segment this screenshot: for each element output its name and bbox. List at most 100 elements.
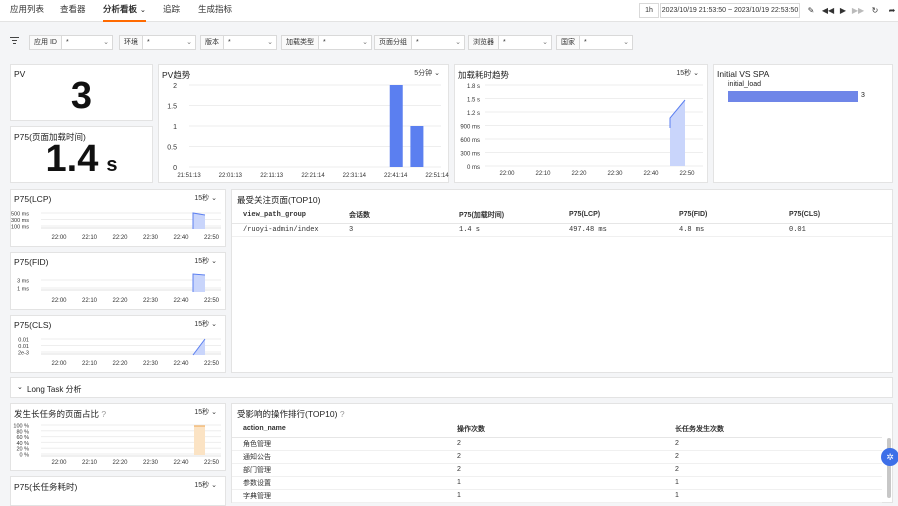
filter-env[interactable]: 环境 * ⌄: [119, 35, 196, 50]
x-tick-label: 22:10: [535, 171, 551, 177]
pin-icon[interactable]: ✎: [804, 3, 818, 18]
help-icon[interactable]: ?: [340, 409, 345, 419]
x-tick-label: 22:10: [82, 298, 98, 304]
filter-select[interactable]: * ⌄: [579, 35, 633, 50]
tab-analysis-dashboard[interactable]: 分析看板 ⌄: [103, 0, 146, 22]
filter-browser[interactable]: 浏览器 * ⌄: [468, 35, 552, 50]
chevron-down-icon: ⌄: [267, 39, 273, 46]
pv-bar: [389, 85, 403, 167]
p75-load-unit: s: [106, 154, 118, 176]
col-header[interactable]: view_path_group: [232, 207, 338, 224]
time-quick-select[interactable]: 1h: [639, 3, 659, 18]
filter-load-type[interactable]: 加载类型 * ⌄: [281, 35, 372, 50]
col-header[interactable]: P75(CLS): [778, 207, 892, 224]
x-tick-label: 22:11:13: [260, 173, 284, 179]
y-tick-label: 1 ms: [17, 287, 29, 293]
table-cell: 2: [446, 463, 664, 477]
table-row[interactable]: 参数设置 1 1: [232, 476, 882, 490]
table-cell: 0.01: [778, 223, 892, 237]
table-cell: 1: [664, 476, 882, 490]
filter-page-group[interactable]: 页面分组 * ⌄: [374, 35, 465, 50]
x-tick-label: 21:51:13: [177, 173, 201, 179]
forward-icon[interactable]: ▶▶: [851, 3, 865, 18]
filter-select[interactable]: * ⌄: [411, 35, 465, 50]
chevron-down-icon: ⌄: [17, 384, 23, 391]
y-tick-label: 1: [173, 124, 177, 131]
interval-label: 15秒: [194, 482, 210, 489]
y-tick-label: 1.2 s: [467, 111, 480, 117]
table-row[interactable]: 部门管理 2 2: [232, 463, 882, 477]
table-cell: 1: [446, 476, 664, 490]
filter-select[interactable]: * ⌄: [498, 35, 552, 50]
tab-app-list[interactable]: 应用列表: [10, 0, 44, 22]
pv-value: 3: [70, 75, 93, 117]
load-area: [670, 100, 685, 166]
pv-bar: [410, 126, 424, 167]
filter-value: *: [503, 39, 506, 46]
interval-select[interactable]: 15秒 ⌄: [194, 480, 217, 490]
table-header-row: view_path_group 会话数 P75(加载时间) P75(LCP) P…: [232, 207, 892, 224]
chevron-down-icon: ⌄: [103, 39, 109, 46]
table-row[interactable]: 角色管理 2 2: [232, 437, 882, 451]
p75-load-panel: P75(页面加载时间) 1.4 s: [10, 126, 153, 183]
filter-value: *: [147, 39, 150, 46]
initial-load-bar: [728, 91, 858, 102]
play-icon[interactable]: ▶: [836, 3, 850, 18]
scrollbar[interactable]: [887, 438, 891, 498]
x-tick-label: 22:10: [82, 235, 98, 241]
refresh-icon[interactable]: ↻: [868, 3, 882, 18]
filter-label: 浏览器: [468, 35, 498, 50]
col-header[interactable]: 操作次数: [446, 421, 664, 438]
rewind-icon[interactable]: ◀◀: [821, 3, 835, 18]
filter-select[interactable]: * ⌄: [142, 35, 196, 50]
table-row[interactable]: 字典管理 1 1: [232, 489, 882, 503]
tab-trace[interactable]: 追踪: [163, 0, 180, 22]
top-pages-table: view_path_group 会话数 P75(加载时间) P75(LCP) P…: [232, 207, 892, 237]
x-tick-label: 22:20: [112, 460, 128, 466]
x-tick-label: 22:51:14: [425, 173, 449, 179]
x-tick-label: 22:31:14: [343, 173, 367, 179]
table-cell: 2: [664, 463, 882, 477]
filter-select[interactable]: * ⌄: [318, 35, 372, 50]
filter-value: *: [65, 39, 69, 46]
share-icon[interactable]: ➦: [885, 3, 898, 18]
assistant-fab-icon[interactable]: ✲: [881, 448, 898, 466]
y-tick-label: 0.01: [18, 338, 29, 344]
actions-panel: 受影响的操作排行(TOP10) ? action_name 操作次数 长任务发生…: [231, 403, 893, 503]
chevron-down-icon: ⌄: [542, 39, 548, 46]
y-tick-label: 900 ms: [460, 125, 480, 131]
filter-country[interactable]: 国家 * ⌄: [556, 35, 633, 50]
longtask-ratio-panel: 发生长任务的页面占比 ? 15秒 ⌄ 100 % 80 % 60 % 40 % 20 %…: [10, 403, 226, 471]
filter-select[interactable]: * ⌄: [60, 35, 113, 50]
col-header[interactable]: 长任务发生次数: [664, 421, 882, 438]
tab-generate-metrics[interactable]: 生成指标: [198, 0, 232, 22]
filter-select[interactable]: * ⌄: [223, 35, 277, 50]
table-cell: 部门管理: [232, 463, 446, 477]
filter-version[interactable]: 版本 * ⌄: [200, 35, 277, 50]
table-cell: 1.4 s: [448, 223, 558, 237]
x-tick-label: 22:00: [51, 361, 67, 367]
table-row[interactable]: 通知公告 2 2: [232, 450, 882, 464]
initial-vs-spa-panel: Initial VS SPA initial_load 3: [713, 64, 893, 183]
filter-icon[interactable]: [10, 36, 20, 46]
y-tick-label: 0 ms: [467, 165, 480, 171]
col-header[interactable]: 会话数: [338, 207, 448, 224]
long-task-section-header[interactable]: ⌄ Long Task 分析: [10, 377, 893, 398]
table-cell: 2: [446, 450, 664, 464]
col-header[interactable]: P75(FID): [668, 207, 778, 224]
filter-app-id[interactable]: 应用 ID * ⌄: [29, 35, 113, 50]
y-tick-label: 0: [173, 165, 177, 172]
col-header[interactable]: P75(加载时间): [448, 207, 558, 224]
x-tick-label: 22:50: [204, 361, 220, 367]
time-range-picker[interactable]: 2023/10/19 21:53:50 ~ 2023/10/19 22:53:5…: [660, 3, 800, 18]
filter-label: 加载类型: [281, 35, 318, 50]
col-header[interactable]: action_name: [232, 421, 446, 438]
x-tick-label: 22:30: [143, 235, 159, 241]
tab-viewer[interactable]: 查看器: [60, 0, 86, 22]
panel-title-text: 受影响的操作排行(TOP10): [237, 409, 338, 419]
y-tick-label: 0.01: [18, 344, 29, 350]
table-cell: 1: [446, 489, 664, 503]
table-row[interactable]: /ruoyi-admin/index 3 1.4 s 497.48 ms 4.8…: [232, 223, 892, 237]
col-header[interactable]: P75(LCP): [558, 207, 668, 224]
bar-value-label: 3: [861, 92, 865, 99]
